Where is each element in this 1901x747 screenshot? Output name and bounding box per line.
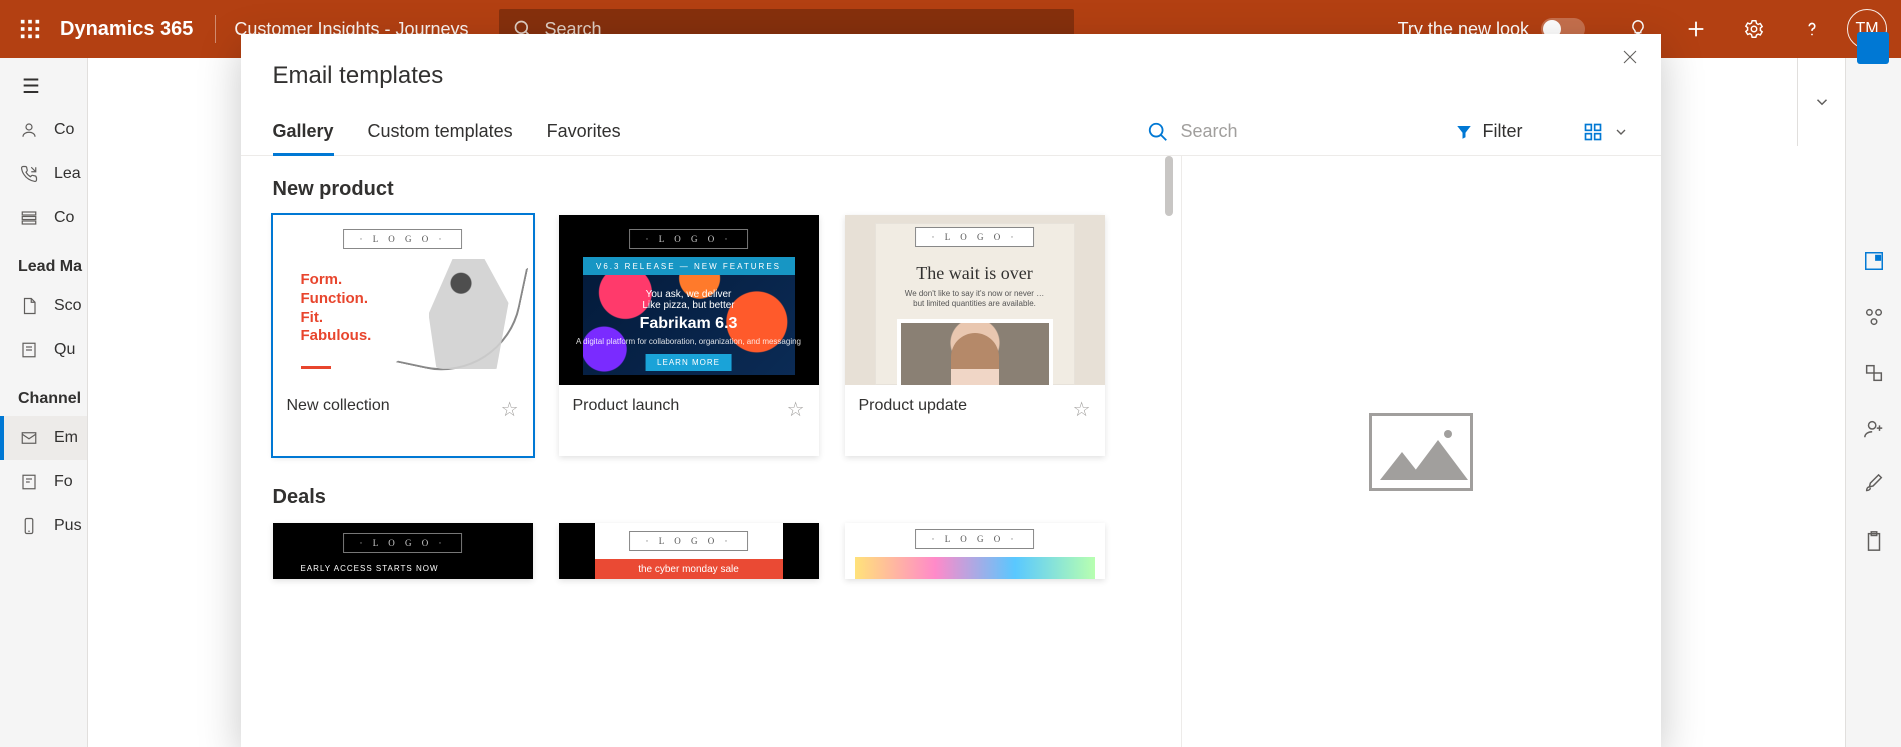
image-placeholder-icon bbox=[1369, 413, 1473, 491]
plus-icon[interactable] bbox=[1667, 18, 1725, 40]
nav-item-qualify[interactable]: Qu bbox=[0, 328, 87, 372]
primary-action-indicator bbox=[1857, 32, 1889, 64]
grid-icon bbox=[1583, 122, 1603, 142]
list-icon bbox=[18, 209, 40, 227]
template-card[interactable]: · L O G O · The wait is over We don't li… bbox=[845, 215, 1105, 456]
template-card[interactable]: · L O G O · Form. Function. Fit. Fabulou… bbox=[273, 215, 533, 456]
form-icon bbox=[18, 473, 40, 491]
logo-placeholder: · L O G O · bbox=[915, 227, 1035, 247]
search-icon bbox=[1147, 121, 1169, 143]
shapes-icon[interactable] bbox=[1863, 362, 1885, 384]
modal-overlay: Email templates Gallery Custom templates… bbox=[0, 34, 1901, 747]
elements-icon[interactable] bbox=[1863, 306, 1885, 328]
device-icon bbox=[18, 517, 40, 535]
modal-search-input[interactable] bbox=[1181, 121, 1381, 142]
favorite-star-icon[interactable]: ☆ bbox=[1073, 397, 1091, 422]
template-name: Product update bbox=[859, 397, 968, 415]
template-thumbnail: · L O G O · the cyber monday sale bbox=[559, 523, 819, 579]
gallery-pane: New product · L O G O · Form. Function. … bbox=[241, 156, 1181, 747]
right-rail bbox=[1845, 58, 1901, 747]
nav-item-label: Co bbox=[54, 121, 74, 139]
modal-tabs: Gallery Custom templates Favorites Filte… bbox=[241, 108, 1661, 156]
mail-icon bbox=[18, 429, 40, 447]
filter-button[interactable]: Filter bbox=[1455, 121, 1523, 142]
nav-item-forms[interactable]: Fo bbox=[0, 460, 87, 504]
gear-icon[interactable] bbox=[1725, 18, 1783, 40]
template-name: Product launch bbox=[573, 397, 680, 415]
tab-custom-templates[interactable]: Custom templates bbox=[368, 108, 513, 155]
template-thumbnail: · L O G O · The wait is over We don't li… bbox=[845, 215, 1105, 385]
left-nav: ☰ Co Lea Co Lead Ma Sco Qu Channel Em Fo… bbox=[0, 58, 88, 747]
preview-pane bbox=[1181, 156, 1661, 747]
thumb-cta: LEARN MORE bbox=[645, 354, 732, 371]
nav-section-lead-management: Lead Ma bbox=[0, 240, 87, 284]
template-card[interactable]: · L O G O · EARLY ACCESS STARTS NOW bbox=[273, 523, 533, 579]
note-icon bbox=[18, 341, 40, 359]
nav-item-collections[interactable]: Co bbox=[0, 196, 87, 240]
brush-icon[interactable] bbox=[1863, 474, 1885, 496]
person-add-icon[interactable] bbox=[1863, 418, 1885, 440]
thumb-copy: Form. Function. Fit. Fabulous. bbox=[301, 271, 372, 346]
nav-item-label: Pus bbox=[54, 517, 82, 535]
filter-icon bbox=[1455, 123, 1473, 141]
nav-item-label: Lea bbox=[54, 165, 81, 183]
clipboard-icon[interactable] bbox=[1863, 530, 1885, 552]
nav-item-contacts[interactable]: Co bbox=[0, 108, 87, 152]
app-launcher-icon[interactable] bbox=[0, 18, 60, 40]
close-icon[interactable] bbox=[1621, 48, 1639, 66]
scrollbar[interactable] bbox=[1165, 156, 1173, 216]
panel-chevron[interactable] bbox=[1797, 58, 1845, 146]
person-icon bbox=[18, 121, 40, 139]
nav-item-emails[interactable]: Em bbox=[0, 416, 87, 460]
filter-label: Filter bbox=[1483, 121, 1523, 142]
help-icon[interactable] bbox=[1783, 18, 1841, 40]
template-thumbnail: · L O G O · EARLY ACCESS STARTS NOW bbox=[273, 523, 533, 579]
template-thumbnail: · L O G O · Form. Function. Fit. Fabulou… bbox=[273, 215, 533, 385]
thumb-banner: V6.3 RELEASE — NEW FEATURES bbox=[583, 257, 795, 275]
nav-item-leads[interactable]: Lea bbox=[0, 152, 87, 196]
nav-item-label: Sco bbox=[54, 297, 82, 315]
person-graphic bbox=[897, 319, 1053, 385]
nav-section-channels: Channel bbox=[0, 372, 87, 416]
template-thumbnail: · L O G O · bbox=[845, 523, 1105, 579]
chevron-down-icon bbox=[1613, 124, 1629, 140]
thumb-heading: Fabrikam 6.3 bbox=[559, 315, 819, 333]
view-toggle[interactable] bbox=[1583, 122, 1629, 142]
modal-title: Email templates bbox=[241, 34, 1661, 108]
nav-item-push[interactable]: Pus bbox=[0, 504, 87, 548]
email-templates-modal: Email templates Gallery Custom templates… bbox=[241, 34, 1661, 747]
thumb-heading: The wait is over bbox=[845, 263, 1105, 284]
tab-favorites[interactable]: Favorites bbox=[547, 108, 621, 155]
logo-placeholder: · L O G O · bbox=[629, 229, 749, 249]
nav-item-label: Em bbox=[54, 429, 78, 447]
brand-name[interactable]: Dynamics 365 bbox=[60, 18, 215, 41]
nav-item-label: Fo bbox=[54, 473, 73, 491]
logo-placeholder: · L O G O · bbox=[343, 533, 463, 553]
section-title-deals: Deals bbox=[273, 486, 1181, 509]
template-card[interactable]: · L O G O · V6.3 RELEASE — NEW FEATURES … bbox=[559, 215, 819, 456]
template-thumbnail: · L O G O · V6.3 RELEASE — NEW FEATURES … bbox=[559, 215, 819, 385]
logo-placeholder: · L O G O · bbox=[629, 531, 749, 551]
hamburger-icon[interactable]: ☰ bbox=[0, 64, 87, 108]
phone-in-icon bbox=[18, 165, 40, 183]
template-name: New collection bbox=[287, 397, 390, 415]
template-card[interactable]: · L O G O · the cyber monday sale bbox=[559, 523, 819, 579]
tab-gallery[interactable]: Gallery bbox=[273, 108, 334, 155]
section-title-new-product: New product bbox=[273, 178, 1181, 201]
modal-search[interactable] bbox=[1147, 121, 1381, 143]
nav-item-scoring[interactable]: Sco bbox=[0, 284, 87, 328]
favorite-star-icon[interactable]: ☆ bbox=[501, 397, 519, 422]
divider bbox=[215, 15, 216, 43]
template-card[interactable]: · L O G O · bbox=[845, 523, 1105, 579]
layout-icon[interactable] bbox=[1863, 250, 1885, 272]
doc-icon bbox=[18, 297, 40, 315]
logo-placeholder: · L O G O · bbox=[343, 229, 463, 249]
nav-item-label: Qu bbox=[54, 341, 75, 359]
nav-item-label: Co bbox=[54, 209, 74, 227]
favorite-star-icon[interactable]: ☆ bbox=[787, 397, 805, 422]
logo-placeholder: · L O G O · bbox=[915, 529, 1035, 549]
